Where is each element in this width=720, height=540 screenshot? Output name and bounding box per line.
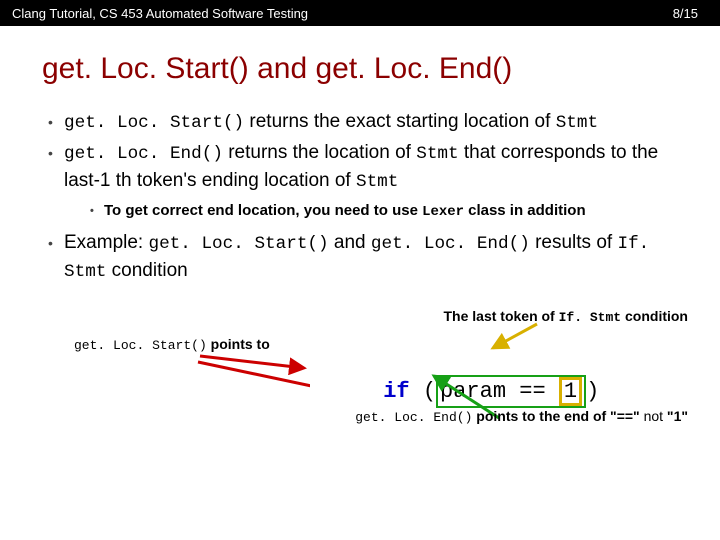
title-and: and bbox=[249, 52, 316, 85]
bullet-2: get. Loc. End() returns the location of … bbox=[48, 139, 692, 223]
start-code: get. Loc. Start() bbox=[74, 338, 207, 353]
diagram: The last token of If. Stmt condition get… bbox=[42, 292, 692, 472]
sub-code: Lexer bbox=[422, 204, 464, 220]
course-title: Clang Tutorial, CS 453 Automated Softwar… bbox=[12, 6, 308, 21]
sub-bullet-1: To get correct end location, you need to… bbox=[90, 200, 692, 223]
page-current: 8 bbox=[673, 6, 680, 21]
end-mid: points to bbox=[472, 408, 539, 424]
title-code-end: get. Loc. End() bbox=[315, 52, 512, 85]
end-code: get. Loc. End() bbox=[355, 410, 472, 425]
content-area: get. Loc. Start() returns the exact star… bbox=[0, 108, 720, 472]
label-end: get. Loc. End() points to the end of "==… bbox=[355, 408, 688, 425]
code-one: 1 bbox=[564, 379, 577, 404]
ex-post: condition bbox=[106, 260, 187, 281]
yellow-box: 1 bbox=[559, 377, 582, 406]
b1-code: get. Loc. Start() bbox=[64, 113, 244, 133]
page-number: 8/15 bbox=[673, 6, 698, 21]
ex-c1: get. Loc. Start() bbox=[148, 234, 328, 254]
bullet-1: get. Loc. Start() returns the exact star… bbox=[48, 108, 692, 137]
bullet-3-example: Example: get. Loc. Start() and get. Loc.… bbox=[48, 229, 692, 286]
b2-code: get. Loc. End() bbox=[64, 144, 223, 164]
arrow-red-icon bbox=[190, 332, 310, 402]
end-rest1: the end of "==" bbox=[539, 408, 643, 424]
end-rest2: "1" bbox=[663, 408, 688, 424]
b2-stmt: Stmt bbox=[416, 144, 458, 164]
ex-mid: results of bbox=[530, 232, 618, 253]
end-not: not bbox=[644, 408, 663, 424]
sub-bullet-list: To get correct end location, you need to… bbox=[64, 200, 692, 223]
ex-pre: Example: bbox=[64, 232, 148, 253]
ex-and: and bbox=[329, 232, 371, 253]
bullet-list: get. Loc. Start() returns the exact star… bbox=[42, 108, 692, 286]
last-code: If. Stmt bbox=[559, 310, 622, 325]
title-code-start: get. Loc. Start() bbox=[42, 52, 249, 85]
b2-stmt2: Stmt bbox=[356, 172, 398, 192]
sub-pre: To get correct end location, you need to… bbox=[104, 202, 422, 219]
slide-title: get. Loc. Start() and get. Loc. End() bbox=[0, 26, 720, 108]
b1-stmt: Stmt bbox=[556, 113, 598, 133]
last-post: condition bbox=[621, 308, 688, 324]
ex-c2: get. Loc. End() bbox=[371, 234, 530, 254]
b2-mid1: returns the location of bbox=[223, 142, 416, 163]
header-bar: Clang Tutorial, CS 453 Automated Softwar… bbox=[0, 0, 720, 26]
sub-post: class in addition bbox=[464, 202, 586, 219]
b1-text: returns the exact starting location of bbox=[244, 111, 556, 132]
page-total: /15 bbox=[680, 6, 698, 21]
rparen: ) bbox=[586, 379, 599, 404]
arrow-yellow-icon bbox=[477, 318, 557, 363]
